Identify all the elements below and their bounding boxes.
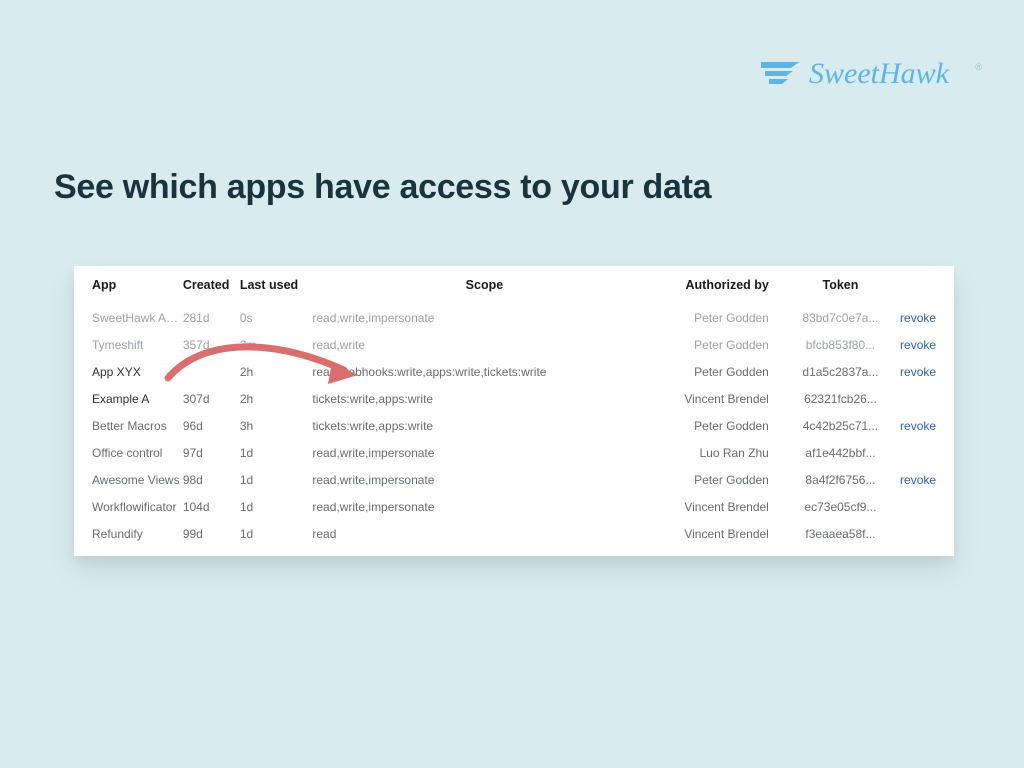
th-scope: Scope xyxy=(312,266,656,304)
cell-token: f3eaaea58f... xyxy=(781,520,900,547)
table-row: Workflowificator104d1dread,write,imperso… xyxy=(74,493,954,520)
cell-token: d1a5c2837a... xyxy=(781,358,900,385)
cell-last-used: 1d xyxy=(240,493,313,520)
cell-token: 8a4f2f6756... xyxy=(781,466,900,493)
revoke-link[interactable]: revoke xyxy=(900,419,936,433)
cell-scope: read,write,impersonate xyxy=(312,493,656,520)
cell-created: 97d xyxy=(183,439,240,466)
cell-scope: read,write xyxy=(312,331,656,358)
revoke-link[interactable]: revoke xyxy=(900,365,936,379)
cell-last-used: 3h xyxy=(240,412,313,439)
cell-scope: read,write,impersonate xyxy=(312,439,656,466)
cell-scope: read xyxy=(312,520,656,547)
cell-created: 357d xyxy=(183,331,240,358)
cell-scope: tickets:write,apps:write xyxy=(312,412,656,439)
table-row: Tymeshift357d3mread,writePeter Goddenbfc… xyxy=(74,331,954,358)
cell-app: SweetHawk Apps xyxy=(74,304,183,331)
cell-created: 104d xyxy=(183,493,240,520)
th-created: Created xyxy=(183,266,240,304)
cell-authorized-by: Peter Godden xyxy=(656,331,780,358)
cell-token: 62321fcb26... xyxy=(781,385,900,412)
cell-scope: read,write,impersonate xyxy=(312,304,656,331)
cell-last-used: 3m xyxy=(240,331,313,358)
brand-wordmark: SweetHawk xyxy=(809,58,969,92)
cell-revoke xyxy=(900,493,954,520)
table-row: Refundify99d1dreadVincent Brendelf3eaaea… xyxy=(74,520,954,547)
cell-created: 98d xyxy=(183,466,240,493)
cell-created: 99d xyxy=(183,520,240,547)
cell-revoke: revoke xyxy=(900,412,954,439)
table-header-row: App Created Last used Scope Authorized b… xyxy=(74,266,954,304)
cell-authorized-by: Vincent Brendel xyxy=(656,493,780,520)
th-authorized-by: Authorized by xyxy=(656,266,780,304)
cell-created: 281d xyxy=(183,304,240,331)
cell-app: Office control xyxy=(74,439,183,466)
cell-revoke: revoke xyxy=(900,331,954,358)
cell-token: 83bd7c0e7a... xyxy=(781,304,900,331)
cell-created xyxy=(183,358,240,385)
cell-app: Better Macros xyxy=(74,412,183,439)
svg-text:SweetHawk: SweetHawk xyxy=(809,58,950,90)
cell-token: af1e442bbf... xyxy=(781,439,900,466)
cell-revoke: revoke xyxy=(900,358,954,385)
cell-created: 307d xyxy=(183,385,240,412)
revoke-link[interactable]: revoke xyxy=(900,473,936,487)
registered-mark: ® xyxy=(975,62,982,72)
table-row: SweetHawk Apps281d0sread,write,impersona… xyxy=(74,304,954,331)
page-headline: See which apps have access to your data xyxy=(54,168,711,207)
cell-app: App XYX xyxy=(74,358,183,385)
apps-table: App Created Last used Scope Authorized b… xyxy=(74,266,954,547)
brand-logo: SweetHawk ® xyxy=(761,58,982,92)
cell-token: ec73e05cf9... xyxy=(781,493,900,520)
cell-scope: tickets:write,apps:write xyxy=(312,385,656,412)
th-revoke xyxy=(900,266,954,304)
revoke-link[interactable]: revoke xyxy=(900,311,936,325)
cell-last-used: 1d xyxy=(240,466,313,493)
cell-revoke xyxy=(900,520,954,547)
cell-revoke xyxy=(900,385,954,412)
table-row: Awesome Views98d1dread,write,impersonate… xyxy=(74,466,954,493)
cell-authorized-by: Vincent Brendel xyxy=(656,385,780,412)
cell-last-used: 0s xyxy=(240,304,313,331)
cell-authorized-by: Luo Ran Zhu xyxy=(656,439,780,466)
cell-revoke: revoke xyxy=(900,466,954,493)
cell-app: Example A xyxy=(74,385,183,412)
table-row: App XYX 2hread,webhooks:write,apps:write,… xyxy=(74,358,954,385)
cell-created: 96d xyxy=(183,412,240,439)
apps-access-card: App Created Last used Scope Authorized b… xyxy=(74,266,954,556)
th-token: Token xyxy=(781,266,900,304)
cell-authorized-by: Peter Godden xyxy=(656,304,780,331)
cell-app: Workflowificator xyxy=(74,493,183,520)
cell-revoke xyxy=(900,439,954,466)
cell-app: Awesome Views xyxy=(74,466,183,493)
cell-last-used: 1d xyxy=(240,439,313,466)
cell-scope: read,webhooks:write,apps:write,tickets:w… xyxy=(312,358,656,385)
cell-last-used: 2h xyxy=(240,358,313,385)
cell-scope: read,write,impersonate xyxy=(312,466,656,493)
cell-authorized-by: Peter Godden xyxy=(656,412,780,439)
table-row: Better Macros96d3htickets:write,apps:wri… xyxy=(74,412,954,439)
wing-icon xyxy=(761,60,805,90)
cell-revoke: revoke xyxy=(900,304,954,331)
cell-authorized-by: Peter Godden xyxy=(656,466,780,493)
th-last-used: Last used xyxy=(240,266,313,304)
cell-last-used: 2h xyxy=(240,385,313,412)
cell-authorized-by: Peter Godden xyxy=(656,358,780,385)
table-row: Office control97d1dread,write,impersonat… xyxy=(74,439,954,466)
cell-app: Refundify xyxy=(74,520,183,547)
cell-authorized-by: Vincent Brendel xyxy=(656,520,780,547)
revoke-link[interactable]: revoke xyxy=(900,338,936,352)
table-row: Example A307d2htickets:write,apps:writeV… xyxy=(74,385,954,412)
cell-token: bfcb853f80... xyxy=(781,331,900,358)
cell-app: Tymeshift xyxy=(74,331,183,358)
cell-token: 4c42b25c71... xyxy=(781,412,900,439)
cell-last-used: 1d xyxy=(240,520,313,547)
th-app: App xyxy=(74,266,183,304)
